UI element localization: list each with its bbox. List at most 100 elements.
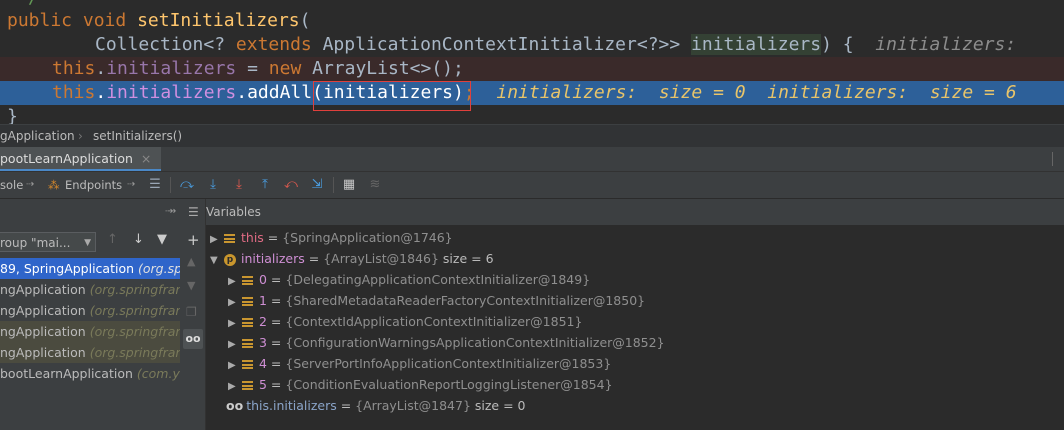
variable-name: initializers <box>241 251 305 266</box>
frame-item[interactable]: ngApplication (org.springframe <box>0 279 180 300</box>
tab-endpoints[interactable]: Endpoints <box>65 172 122 198</box>
step-into-icon[interactable]: ⤓ <box>232 178 246 192</box>
frame-item[interactable]: 89, SpringApplication (org.spri <box>0 258 180 279</box>
breadcrumb-item-class[interactable]: gApplication <box>0 125 75 147</box>
breadcrumb-separator: › <box>78 129 83 143</box>
list-item[interactable]: ▶ 4 = {ServerPortInfoApplicationContextIn… <box>228 353 611 374</box>
field-icon <box>224 234 235 243</box>
frame-method: ngApplication <box>0 282 90 297</box>
close-icon[interactable]: × <box>141 151 151 166</box>
keyword-this: this <box>52 82 96 103</box>
toolbar-divider <box>170 177 171 193</box>
collapse-arrow-icon[interactable]: ▼ <box>210 250 224 271</box>
endpoints-icon: ⁂ <box>48 178 60 192</box>
arrow-up-icon[interactable]: ↑ <box>107 232 118 247</box>
expand-arrow-icon[interactable]: ▶ <box>228 355 242 376</box>
keyword-public: public <box>7 10 73 31</box>
pin-icon[interactable]: ⇢ <box>26 172 34 198</box>
expand-arrow-icon[interactable]: ▶ <box>228 271 242 292</box>
code-editor[interactable]: / public void setInitializers( Collectio… <box>0 0 1064 124</box>
tab-label: pootLearnApplication <box>0 151 133 166</box>
arrow-down-icon[interactable]: ↓ <box>133 232 144 247</box>
watch-size: size = 0 <box>474 398 526 413</box>
thread-select[interactable]: roup "mai... ▼ <box>0 232 96 252</box>
field-icon <box>242 276 253 285</box>
show-execution-point-icon[interactable]: ⤼ <box>180 178 194 192</box>
code-line-current-execution: this.initializers.addAll(initializers); … <box>0 81 1064 105</box>
variables-side-toolbar: + ▲ ▼ ❐ oo <box>181 229 205 429</box>
tab-console[interactable]: sole <box>0 172 23 198</box>
list-item[interactable]: ▶ 2 = {ContextIdApplicationContextInitial… <box>228 311 582 332</box>
chevron-down-icon: ▼ <box>84 238 91 248</box>
item-index: 0 <box>259 272 267 287</box>
expand-arrow-icon[interactable]: ▶ <box>228 376 242 397</box>
list-item[interactable]: ▶ 0 = {DelegatingApplicationContextInitia… <box>228 269 590 290</box>
code-line-assign: this.initializers = new ArrayList<>(); <box>0 57 1064 81</box>
list-item[interactable]: ▶ 5 = {ConditionEvaluationReportLoggingLi… <box>228 374 613 395</box>
tab-run-config[interactable]: pootLearnApplication × <box>0 147 162 171</box>
method-name: setInitializers <box>137 10 300 31</box>
list-item[interactable]: ▶ 3 = {ConfigurationWarningsApplicationCo… <box>228 332 665 353</box>
pin-icon[interactable]: ⇢ <box>168 199 176 225</box>
pin-icon[interactable]: ⇢ <box>127 172 135 198</box>
menu-icon[interactable]: ☰ <box>148 178 162 192</box>
move-up-icon[interactable]: ▲ <box>187 255 195 268</box>
filter-icon[interactable]: ▼ <box>157 232 167 247</box>
step-over-icon[interactable]: ⤓ <box>206 178 220 192</box>
equals: = <box>336 398 356 413</box>
frame-package: (org.springframe <box>89 282 180 297</box>
frame-item[interactable]: ngApplication (org.springframew <box>0 321 180 342</box>
drop-frame-icon[interactable]: ⤺ <box>284 178 298 192</box>
inline-debug-hint: initializers: <box>875 34 1017 55</box>
debug-tab-bar: pootLearnApplication × <box>0 147 1064 172</box>
watch-value: {ArrayList@1847} <box>355 398 471 413</box>
variable-initializers[interactable]: ▼ p initializers = {ArrayList@1846} size =… <box>210 248 494 269</box>
field-name: initializers <box>106 58 237 79</box>
watch-expression[interactable]: oo this.initializers = {ArrayList@1847} s… <box>226 395 526 416</box>
frame-item[interactable]: bootLearnApplication (com.yua <box>0 363 180 384</box>
watches-icon[interactable]: oo <box>183 329 203 349</box>
expand-arrow-icon[interactable]: ▶ <box>228 292 242 313</box>
evaluate-expression-icon[interactable]: ▦ <box>342 178 356 192</box>
step-out-icon[interactable]: ⤒ <box>258 178 272 192</box>
field-icon <box>242 381 253 390</box>
item-index: 5 <box>259 377 267 392</box>
field-icon <box>242 297 253 306</box>
debugger-toolbar: sole ⇢ ⁂ Endpoints ⇢ ☰ ⤼ ⤓ ⤓ ⤒ ⤺ ⇲ ▦ ≋ <box>0 172 1064 199</box>
frame-item[interactable]: ngApplication (org.springframe <box>0 300 180 321</box>
frame-item[interactable]: ngApplication (org.springframew <box>0 342 180 363</box>
field-icon <box>242 360 253 369</box>
expand-arrow-icon[interactable]: ▶ <box>210 229 224 250</box>
inline-debug-hint: initializers: size = 0 initializers: siz… <box>496 82 1017 103</box>
expand-arrow-icon[interactable]: ▶ <box>228 313 242 334</box>
frame-package: (org.springframew <box>89 324 180 339</box>
frame-method: ngApplication <box>0 303 90 318</box>
expand-arrow-icon[interactable]: ▶ <box>228 334 242 355</box>
variable-value: {SpringApplication@1746} <box>282 230 453 245</box>
param-type-rest: ApplicationContextInitializer<?>> <box>311 34 692 55</box>
item-value: {ContextIdApplicationContextInitializer@… <box>285 314 583 329</box>
item-value: {ServerPortInfoApplicationContextInitial… <box>285 356 612 371</box>
field-icon <box>242 339 253 348</box>
watch-name: this.initializers <box>246 398 337 413</box>
variable-this[interactable]: ▶ this = {SpringApplication@1746} <box>210 227 453 248</box>
add-icon[interactable]: + <box>187 231 200 249</box>
code-line-method-signature: public void setInitializers( <box>0 9 1064 33</box>
breadcrumb-item-method[interactable]: setInitializers() <box>93 125 182 147</box>
watch-icon: oo <box>226 398 244 413</box>
variable-size: size = 6 <box>442 251 494 266</box>
menu-icon[interactable]: ☰ <box>188 199 199 225</box>
copy-icon[interactable]: ❐ <box>186 305 197 319</box>
item-index: 2 <box>259 314 267 329</box>
dot: . <box>95 82 107 103</box>
move-down-icon[interactable]: ▼ <box>187 279 195 292</box>
variables-header: ⇢ ☰ Variables <box>168 199 1064 225</box>
run-to-cursor-icon[interactable]: ⇲ <box>310 178 324 192</box>
equals: = <box>304 251 324 266</box>
assign-op: = <box>236 58 269 79</box>
field-icon <box>242 318 253 327</box>
thread-select-value: roup "mai... <box>0 236 71 250</box>
trace-icon[interactable]: ≋ <box>368 178 382 192</box>
item-index: 3 <box>259 335 267 350</box>
list-item[interactable]: ▶ 1 = {SharedMetadataReaderFactoryContext… <box>228 290 645 311</box>
